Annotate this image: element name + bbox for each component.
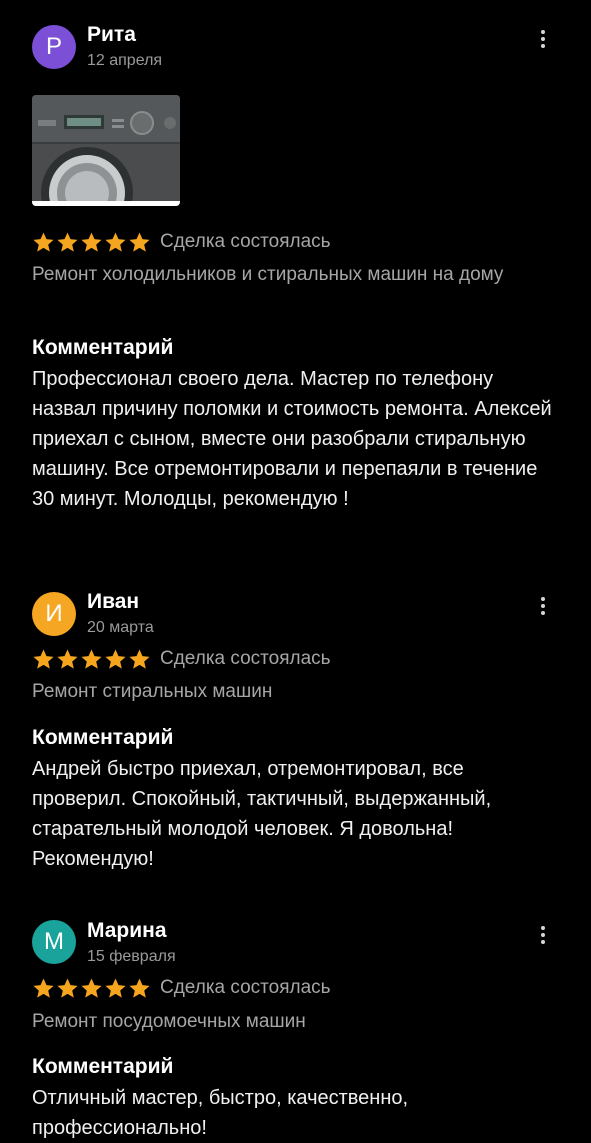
star-icon bbox=[33, 978, 54, 998]
star-icon bbox=[129, 978, 150, 998]
star-rating bbox=[32, 231, 151, 254]
deal-status: Сделка состоялась bbox=[160, 648, 331, 669]
star-rating bbox=[32, 648, 151, 671]
avatar-letter: Р bbox=[45, 33, 62, 60]
star-icon bbox=[57, 649, 78, 669]
reviewer-name[interactable]: Иван bbox=[87, 589, 139, 615]
star-icon bbox=[33, 649, 54, 669]
star-icon bbox=[105, 232, 126, 252]
deal-status: Сделка состоялась bbox=[160, 231, 331, 252]
comment-heading: Комментарий bbox=[32, 726, 174, 749]
deal-status: Сделка состоялась bbox=[160, 977, 331, 998]
avatar-letter: И bbox=[45, 600, 63, 627]
comment-text: Андрей быстро приехал, отремонтировал, в… bbox=[32, 758, 492, 870]
star-icon bbox=[33, 232, 54, 252]
star-icon bbox=[57, 232, 78, 252]
review-date: 12 апреля bbox=[87, 52, 163, 69]
avatar[interactable]: Р bbox=[32, 25, 76, 69]
star-icon bbox=[105, 978, 126, 998]
rating-row: Сделка состоялась bbox=[32, 230, 331, 254]
comment-heading: Комментарий bbox=[32, 1055, 174, 1078]
star-icon bbox=[129, 232, 150, 252]
service-name: Ремонт стиральных машин bbox=[32, 681, 273, 702]
star-icon bbox=[81, 232, 102, 252]
reviewer-name[interactable]: Рита bbox=[87, 22, 136, 48]
comment-text: Профессионал своего дела. Мастер по теле… bbox=[32, 368, 552, 510]
avatar[interactable]: И bbox=[32, 592, 76, 636]
review-date: 15 февраля bbox=[87, 948, 176, 965]
star-icon bbox=[129, 649, 150, 669]
avatar[interactable]: М bbox=[32, 920, 76, 964]
more-options-icon[interactable] bbox=[531, 25, 555, 53]
comment-heading: Комментарий bbox=[32, 336, 174, 359]
review-date: 20 марта bbox=[87, 619, 154, 636]
comment-text: Отличный мастер, быстро, качественно, пр… bbox=[32, 1087, 409, 1139]
more-options-icon[interactable] bbox=[531, 921, 555, 949]
star-icon bbox=[81, 649, 102, 669]
rating-row: Сделка состоялась bbox=[32, 647, 331, 671]
reviewer-name[interactable]: Марина bbox=[87, 918, 167, 944]
avatar-letter: М bbox=[44, 928, 64, 955]
star-icon bbox=[57, 978, 78, 998]
rating-row: Сделка состоялась bbox=[32, 976, 331, 1000]
service-name: Ремонт холодильников и стиральных машин … bbox=[32, 264, 504, 285]
star-rating bbox=[32, 977, 151, 1000]
washing-machine-photo bbox=[32, 95, 180, 206]
review-photo[interactable] bbox=[32, 95, 180, 206]
more-options-icon[interactable] bbox=[531, 592, 555, 620]
service-name: Ремонт посудомоечных машин bbox=[32, 1011, 306, 1032]
star-icon bbox=[105, 649, 126, 669]
star-icon bbox=[81, 978, 102, 998]
